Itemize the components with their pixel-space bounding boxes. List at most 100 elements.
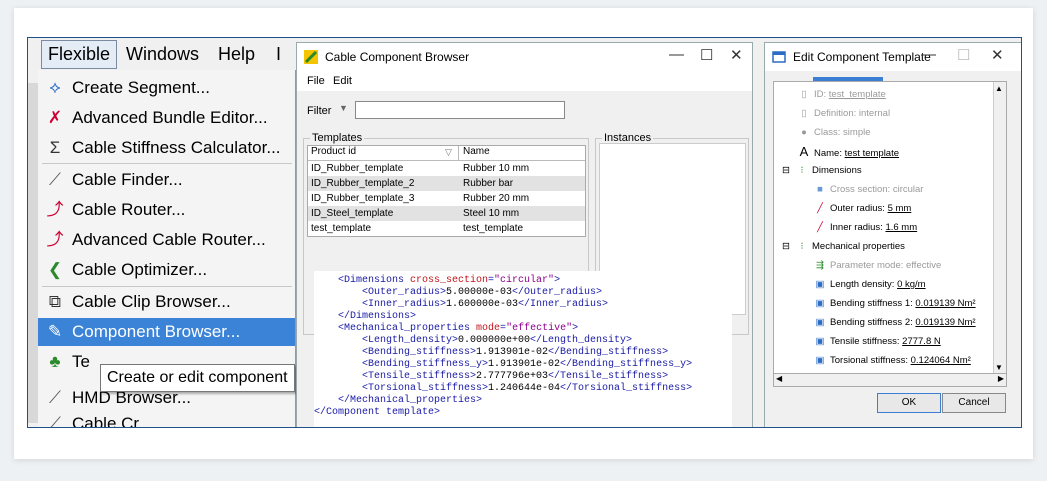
xml-line: <Length_density>0.000000e+00</Length_den…	[362, 335, 633, 346]
tooltip: Create or edit component	[100, 364, 295, 392]
table-row[interactable]: ID_Steel_template Steel 10 mm	[308, 206, 585, 221]
tree-group-icon: ⁝	[800, 241, 804, 252]
minimize-icon[interactable]: —	[669, 46, 684, 63]
menu-cut-item[interactable]: I	[276, 44, 281, 65]
tree-node-mechanical[interactable]: ⊟ ⁝ Mechanical properties	[780, 240, 905, 254]
tree-node-parameter-mode[interactable]: ⇶ Parameter mode: effective	[814, 259, 941, 273]
column-separator[interactable]	[458, 146, 459, 160]
menu-item-create-segment[interactable]: ⟡ Create Segment...	[38, 74, 295, 102]
editor-titlebar: Edit Component Template — ☐ ✕	[765, 43, 1021, 71]
collapse-icon: ⊟	[782, 165, 790, 176]
app-frame: Flexible Windows Help I ⟡ Create Segment…	[27, 37, 1022, 428]
column-product-id[interactable]: Product id	[311, 146, 356, 157]
book-icon: ▣	[815, 336, 825, 347]
tree-node-length-density[interactable]: ▣ Length density: 0 kg/m	[814, 278, 926, 292]
clip-icon: ⧉	[48, 292, 62, 311]
menu-help[interactable]: Help	[218, 44, 255, 65]
book-icon: ▣	[815, 298, 825, 309]
tree-node-cross-section[interactable]: ■ Cross section: circular	[814, 183, 923, 197]
xml-line: <Dimensions cross_section="circular">	[338, 275, 561, 286]
cable-icon: ⟋	[49, 414, 61, 428]
xml-snippet: <Dimensions cross_section="circular"> <O…	[314, 271, 732, 427]
bundle-editor-icon: ✗	[47, 108, 63, 127]
menu-item-cable-cr[interactable]: ⟋ Cable Cr	[38, 410, 295, 428]
window-icon	[772, 51, 786, 63]
menu-item-cable-stiffness-calculator[interactable]: Σ Cable Stiffness Calculator...	[38, 134, 295, 162]
tree-node-name[interactable]: A Name: test template	[798, 144, 899, 160]
table-header: Product id ▽ Name	[308, 146, 585, 161]
text-icon: A	[799, 144, 809, 159]
properties-tree: ▯ ID: test_template ▯ Definition: internal…	[773, 81, 1007, 375]
document-icon: ▯	[801, 108, 807, 119]
close-icon[interactable]: ✕	[991, 46, 1004, 64]
maximize-icon[interactable]: ☐	[700, 46, 713, 64]
column-name[interactable]: Name	[463, 146, 490, 157]
collapse-icon: ⊟	[782, 241, 790, 252]
xml-line: <Mechanical_properties mode="effective">	[338, 323, 579, 334]
parameter-icon: ⇶	[816, 260, 824, 271]
scroll-up-icon: ▲	[995, 84, 1003, 93]
menu-separator	[42, 286, 292, 287]
table-row[interactable]: ID_Rubber_template_2 Rubber bar	[308, 176, 585, 191]
table-row[interactable]: ID_Rubber_template Rubber 10 mm	[308, 161, 585, 176]
tree-group-icon: ⁝	[800, 165, 804, 176]
cancel-button[interactable]: Cancel	[942, 393, 1006, 413]
menu-item-component-browser[interactable]: ✎ Component Browser...	[38, 318, 295, 346]
menu-item-cable-optimizer[interactable]: ❮ Cable Optimizer...	[38, 256, 295, 284]
horizontal-scrollbar[interactable]: ◀ ▶	[773, 373, 1007, 387]
menu-item-cable-router[interactable]: ⤴ Cable Router...	[38, 196, 295, 224]
tree-node-bending-1[interactable]: ▣ Bending stiffness 1: 0.019139 Nm²	[814, 297, 976, 311]
square-icon: ■	[817, 184, 823, 195]
menu-item-cable-clip-browser[interactable]: ⧉ Cable Clip Browser...	[38, 288, 295, 316]
menu-item-cable-finder[interactable]: ⟋ Cable Finder...	[38, 166, 295, 194]
cable-router-icon: ⤴	[46, 200, 64, 219]
tree-node-class[interactable]: ● Class: simple	[798, 126, 870, 140]
templates-table: Product id ▽ Name ID_Rubber_template Rubb…	[307, 145, 586, 237]
advanced-router-icon: ⤴	[46, 230, 64, 249]
filter-input[interactable]	[355, 101, 565, 119]
tree-node-inner-radius[interactable]: ╱ Inner radius: 1.6 mm	[814, 221, 917, 235]
templates-label: Templates	[310, 132, 365, 144]
menu-windows[interactable]: Windows	[126, 44, 199, 65]
xml-line: </Mechanical_properties>	[338, 395, 483, 406]
tree-icon: ♣	[49, 352, 61, 371]
tree-node-tensile[interactable]: ▣ Tensile stiffness: 2777.8 N	[814, 335, 941, 349]
close-icon[interactable]: ✕	[730, 46, 743, 64]
menu-file[interactable]: File	[307, 75, 325, 87]
ok-button[interactable]: OK	[877, 393, 941, 413]
table-row[interactable]: test_template test_template	[308, 221, 585, 236]
line-icon: ╱	[817, 203, 823, 214]
tree-node-definition[interactable]: ▯ Definition: internal	[798, 107, 890, 121]
xml-line: <Outer_radius>5.00000e-03</Outer_radius>	[362, 287, 603, 298]
menu-edit[interactable]: Edit	[333, 75, 352, 87]
minimize-icon[interactable]: —	[921, 46, 936, 63]
menu-item-advanced-cable-router[interactable]: ⤴ Advanced Cable Router...	[38, 226, 295, 254]
book-icon: ▣	[815, 279, 825, 290]
filter-dropdown-icon[interactable]: ▼	[339, 103, 348, 113]
tree-node-outer-radius[interactable]: ╱ Outer radius: 5 mm	[814, 202, 911, 216]
browser-title: Cable Component Browser	[325, 50, 470, 64]
menu-flexible[interactable]: Flexible	[41, 40, 118, 69]
line-icon: ╱	[817, 222, 823, 233]
xml-line: </Dimensions>	[338, 311, 417, 322]
cable-finder-icon: ⟋	[49, 170, 61, 189]
scroll-left-icon: ◀	[776, 374, 783, 383]
scroll-right-icon: ▶	[997, 374, 1004, 383]
xml-line: <Bending_stiffness_y>1.913901e-02</Bendi…	[362, 359, 693, 370]
menu-item-advanced-bundle-editor[interactable]: ✗ Advanced Bundle Editor...	[38, 104, 295, 132]
component-browser-icon: ✎	[47, 322, 63, 341]
tree-node-dimensions[interactable]: ⊟ ⁝ Dimensions	[780, 164, 862, 178]
browser-menubar: File Edit	[297, 71, 752, 91]
tree-node-id[interactable]: ▯ ID: test_template	[798, 88, 885, 102]
table-row[interactable]: ID_Rubber_template_3 Rubber 20 mm	[308, 191, 585, 206]
xml-line: <Tensile_stiffness>2.777796e+03</Tensile…	[362, 371, 669, 382]
menubar: Flexible Windows Help I	[28, 38, 298, 70]
scroll-down-icon: ▼	[995, 363, 1003, 372]
vertical-scrollbar[interactable]: ▲ ▼	[993, 82, 1006, 374]
sort-icon: ▽	[445, 147, 452, 157]
menu-separator	[42, 163, 292, 164]
tree-node-bending-2[interactable]: ▣ Bending stiffness 2: 0.019139 Nm²	[814, 316, 976, 330]
app-icon	[304, 50, 318, 64]
book-icon: ▣	[815, 317, 825, 328]
tree-node-torsional[interactable]: ▣ Torsional stiffness: 0.124064 Nm²	[814, 354, 971, 368]
